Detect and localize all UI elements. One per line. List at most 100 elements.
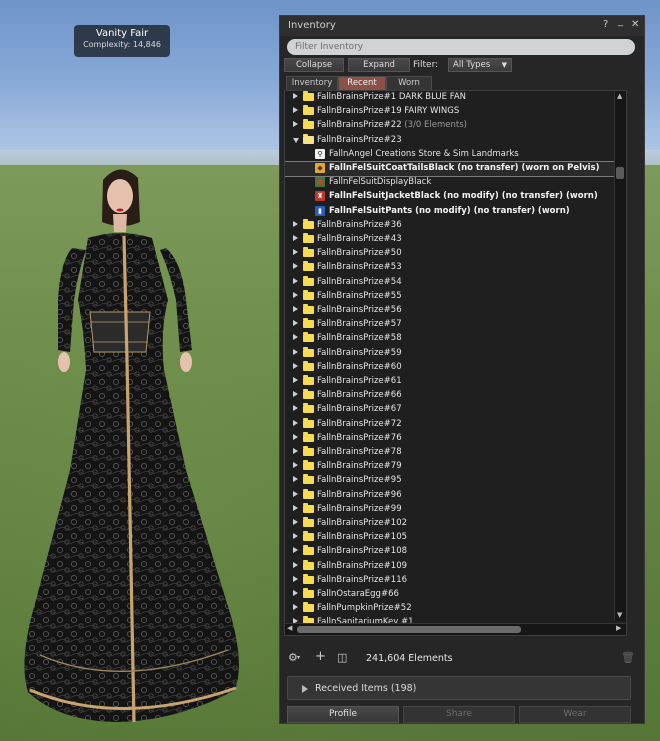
collapsed-arrow-icon[interactable] bbox=[293, 405, 298, 412]
trash-icon[interactable]: 🗑 bbox=[621, 651, 635, 664]
folder-row[interactable]: FallnBrainsPrize#105 bbox=[285, 531, 626, 545]
wear-button[interactable]: Wear bbox=[519, 706, 631, 723]
folder-row[interactable]: FallnBrainsPrize#36 bbox=[285, 218, 626, 233]
folder-row[interactable]: FallnPumpkinPrize#52 bbox=[285, 602, 626, 616]
collapsed-arrow-icon[interactable] bbox=[293, 320, 298, 327]
folder-row[interactable]: FallnOstaraEgg#66 bbox=[285, 588, 626, 602]
item-row[interactable]: ♜ FallnFelSuitJacketBlack (no modify) (no… bbox=[285, 190, 626, 204]
item-row[interactable]: ⚲ FallnAngel Creations Store & Sim Landma… bbox=[285, 148, 626, 162]
close-icon[interactable]: ✕ bbox=[631, 19, 639, 30]
collapsed-arrow-icon[interactable] bbox=[293, 334, 298, 341]
collapsed-arrow-icon[interactable] bbox=[293, 249, 298, 256]
collapsed-arrow-icon[interactable] bbox=[293, 277, 298, 284]
tab-worn[interactable]: Worn bbox=[386, 76, 432, 90]
folder-row[interactable]: FallnBrainsPrize#23 bbox=[285, 133, 626, 148]
collapsed-arrow-icon[interactable] bbox=[293, 476, 298, 483]
tab-recent[interactable]: Recent bbox=[338, 76, 386, 90]
collapsed-arrow-icon[interactable] bbox=[293, 561, 298, 568]
folder-row[interactable]: FallnBrainsPrize#43 bbox=[285, 233, 626, 247]
folder-row[interactable]: FallnBrainsPrize#116 bbox=[285, 573, 626, 588]
folder-row[interactable]: FallnBrainsPrize#58 bbox=[285, 332, 626, 346]
folder-row[interactable]: FallnBrainsPrize#72 bbox=[285, 417, 626, 432]
collapsed-arrow-icon[interactable] bbox=[293, 391, 298, 398]
collapsed-arrow-icon[interactable] bbox=[293, 448, 298, 454]
scroll-down-icon[interactable]: ▼ bbox=[617, 611, 622, 619]
folder-row[interactable]: FallnBrainsPrize#60 bbox=[285, 360, 626, 375]
folder-row[interactable]: FallnBrainsPrize#95 bbox=[285, 474, 626, 488]
scroll-left-icon[interactable]: ◀ bbox=[287, 624, 292, 632]
avatar[interactable] bbox=[0, 0, 280, 741]
collapsed-arrow-icon[interactable] bbox=[293, 504, 298, 511]
collapsed-arrow-icon[interactable] bbox=[293, 93, 298, 99]
collapsed-arrow-icon[interactable] bbox=[293, 575, 298, 582]
folder-row[interactable]: FallnBrainsPrize#67 bbox=[285, 403, 626, 417]
tab-inventory[interactable]: Inventory bbox=[286, 76, 338, 90]
folder-row[interactable]: FallnBrainsPrize#79 bbox=[285, 460, 626, 474]
filter-type-dropdown[interactable]: All Types ▼ bbox=[448, 58, 512, 72]
collapsed-arrow-icon[interactable] bbox=[293, 590, 298, 596]
collapsed-arrow-icon[interactable] bbox=[293, 220, 298, 227]
inventory-tree[interactable]: FallnBrainsPrize#1 DARK BLUE FAN FallnBra… bbox=[284, 90, 627, 636]
folder-row[interactable]: FallnBrainsPrize#22 (3/0 Elements) bbox=[285, 119, 626, 133]
folder-row[interactable]: FallnBrainsPrize#59 bbox=[285, 346, 626, 361]
collapsed-arrow-icon[interactable] bbox=[293, 490, 298, 497]
expanded-arrow-icon[interactable] bbox=[293, 137, 299, 143]
item-row[interactable]: ◆ FallnFelSuitCoatTailsBlack (no transfer… bbox=[285, 161, 626, 177]
folder-row[interactable]: FallnBrainsPrize#78 bbox=[285, 446, 626, 460]
scroll-up-icon[interactable]: ▲ bbox=[617, 92, 622, 100]
profile-button[interactable]: Profile bbox=[287, 706, 399, 723]
collapsed-arrow-icon[interactable] bbox=[293, 291, 298, 298]
collapse-button[interactable]: Collapse bbox=[284, 58, 344, 72]
received-items-accordion[interactable]: Received Items (198) bbox=[287, 676, 631, 700]
folder-row[interactable]: FallnBrainsPrize#76 bbox=[285, 431, 626, 446]
filter-inventory-input[interactable] bbox=[287, 39, 635, 55]
folder-row[interactable]: FallnBrainsPrize#108 bbox=[285, 545, 626, 559]
collapsed-arrow-icon[interactable] bbox=[293, 433, 298, 440]
folder-row[interactable]: FallnBrainsPrize#99 bbox=[285, 502, 626, 517]
minimize-icon[interactable]: _ bbox=[618, 16, 623, 27]
item-row[interactable]: ▦ FallnFelSuitDisplayBlack bbox=[285, 176, 626, 190]
scroll-right-icon[interactable]: ▶ bbox=[616, 624, 621, 632]
vertical-scrollbar[interactable]: ▲ ▼ bbox=[614, 91, 626, 621]
new-window-icon[interactable]: ◫ bbox=[337, 651, 347, 664]
folder-row[interactable]: FallnBrainsPrize#50 bbox=[285, 247, 626, 261]
folder-row[interactable]: FallnBrainsPrize#109 bbox=[285, 559, 626, 574]
folder-row[interactable]: FallnBrainsPrize#53 bbox=[285, 261, 626, 275]
horizontal-scrollbar[interactable]: ◀ ▶ bbox=[285, 623, 626, 635]
folder-row[interactable]: FallnBrainsPrize#61 bbox=[285, 375, 626, 389]
folder-row[interactable]: FallnBrainsPrize#56 bbox=[285, 304, 626, 318]
collapsed-arrow-icon[interactable] bbox=[293, 462, 298, 469]
expand-button[interactable]: Expand bbox=[348, 58, 410, 72]
collapsed-arrow-icon[interactable] bbox=[293, 263, 298, 270]
collapsed-arrow-icon[interactable] bbox=[293, 377, 298, 383]
row-name: FallnBrainsPrize#76 bbox=[317, 432, 402, 443]
share-button[interactable]: Share bbox=[403, 706, 515, 723]
folder-row[interactable]: FallnBrainsPrize#96 bbox=[285, 488, 626, 503]
folder-row[interactable]: FallnBrainsPrize#66 bbox=[285, 389, 626, 403]
vertical-scroll-thumb[interactable] bbox=[616, 167, 624, 179]
folder-icon bbox=[303, 218, 314, 229]
item-row[interactable]: ▮ FallnFelSuitPants (no modify) (no trans… bbox=[285, 205, 626, 219]
collapsed-arrow-icon[interactable] bbox=[293, 306, 298, 312]
collapsed-arrow-icon[interactable] bbox=[293, 107, 298, 114]
folder-row[interactable]: FallnBrainsPrize#55 bbox=[285, 289, 626, 304]
gear-menu-chevron-icon[interactable]: ▾ bbox=[297, 654, 300, 661]
collapsed-arrow-icon[interactable] bbox=[293, 362, 298, 369]
folder-row[interactable]: FallnBrainsPrize#19 FAIRY WINGS bbox=[285, 105, 626, 119]
collapsed-arrow-icon[interactable] bbox=[293, 419, 298, 426]
horizontal-scroll-thumb[interactable] bbox=[297, 626, 521, 633]
collapsed-arrow-icon[interactable] bbox=[293, 547, 298, 554]
inventory-titlebar[interactable]: Inventory ? _ ✕ bbox=[280, 16, 644, 36]
folder-row[interactable]: FallnBrainsPrize#102 bbox=[285, 517, 626, 531]
folder-row[interactable]: FallnBrainsPrize#1 DARK BLUE FAN bbox=[285, 91, 626, 105]
collapsed-arrow-icon[interactable] bbox=[293, 533, 298, 540]
collapsed-arrow-icon[interactable] bbox=[293, 121, 298, 128]
folder-row[interactable]: FallnBrainsPrize#57 bbox=[285, 318, 626, 332]
add-icon[interactable]: + bbox=[315, 649, 326, 664]
folder-row[interactable]: FallnBrainsPrize#54 bbox=[285, 275, 626, 290]
help-icon[interactable]: ? bbox=[603, 19, 608, 30]
collapsed-arrow-icon[interactable] bbox=[293, 348, 298, 355]
collapsed-arrow-icon[interactable] bbox=[293, 519, 298, 525]
collapsed-arrow-icon[interactable] bbox=[293, 604, 298, 611]
collapsed-arrow-icon[interactable] bbox=[293, 235, 298, 241]
